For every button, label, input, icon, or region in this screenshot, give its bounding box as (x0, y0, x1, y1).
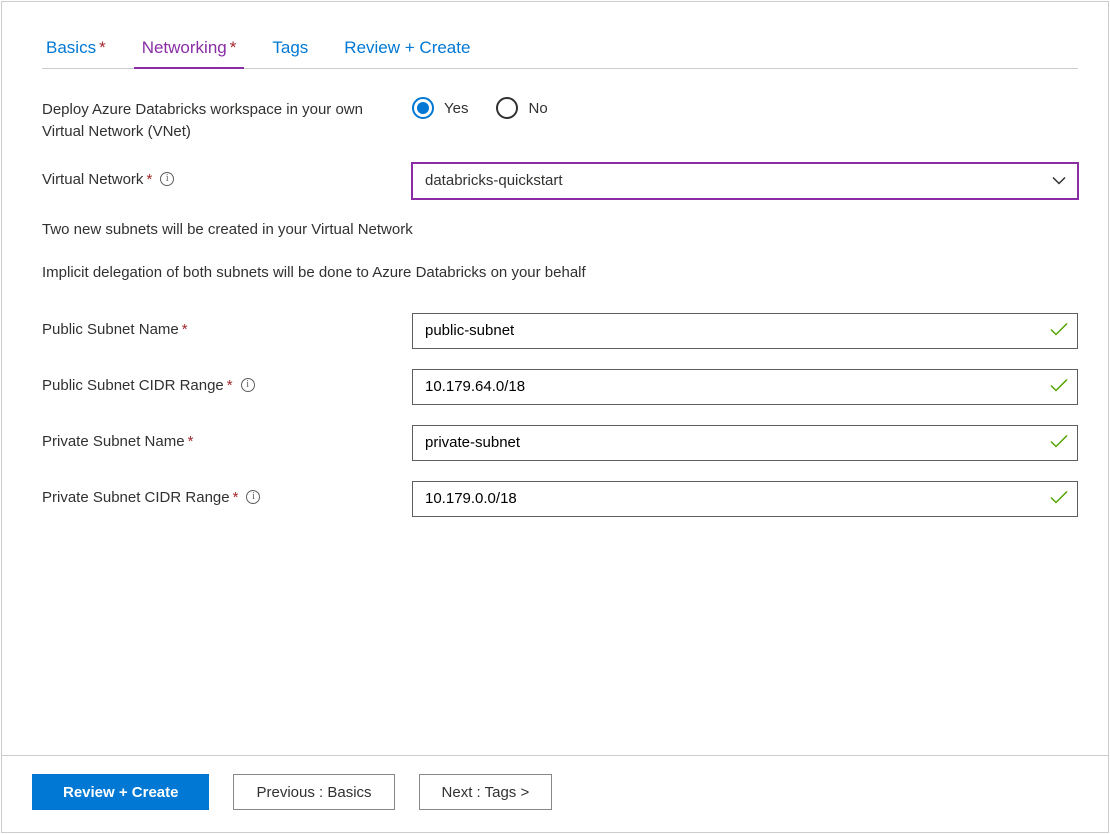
info-icon[interactable]: i (160, 172, 174, 186)
radio-dot-icon (417, 102, 429, 114)
radio-label-no: No (528, 100, 547, 117)
networking-form-page: Basics* Networking* Tags Review + Create… (1, 1, 1109, 833)
tab-label: Tags (272, 38, 308, 57)
label-private-subnet-name: Private Subnet Name * (42, 425, 412, 453)
field-public-subnet-cidr (412, 369, 1078, 405)
select-display: databricks-quickstart (412, 163, 1078, 199)
required-star: * (233, 487, 239, 509)
field-deploy-vnet: Yes No (412, 93, 1078, 119)
tab-label: Review + Create (344, 38, 470, 57)
tab-networking[interactable]: Networking* (138, 32, 241, 68)
hint-subnets-created: Two new subnets will be created in your … (42, 219, 1078, 240)
tab-label: Basics (46, 38, 96, 57)
required-star: * (146, 169, 152, 191)
text-input[interactable] (425, 314, 1041, 348)
field-virtual-network: databricks-quickstart (412, 163, 1078, 199)
text-input[interactable] (425, 482, 1041, 516)
radio-circle-icon (496, 97, 518, 119)
field-private-subnet-cidr (412, 481, 1078, 517)
radio-yes[interactable]: Yes (412, 97, 468, 119)
row-private-subnet-cidr: Private Subnet CIDR Range * i (42, 481, 1078, 517)
text-input[interactable] (425, 426, 1041, 460)
required-star: * (99, 38, 106, 57)
label-text: Virtual Network (42, 169, 143, 191)
form-content: Basics* Networking* Tags Review + Create… (2, 2, 1108, 755)
radio-group-deploy-vnet: Yes No (412, 93, 1078, 119)
required-star: * (227, 375, 233, 397)
tab-basics[interactable]: Basics* (42, 32, 110, 68)
tab-label: Networking (142, 38, 227, 57)
field-private-subnet-name (412, 425, 1078, 461)
info-icon[interactable]: i (241, 378, 255, 392)
wizard-tabs: Basics* Networking* Tags Review + Create (42, 32, 1078, 69)
label-text: Private Subnet CIDR Range (42, 487, 230, 509)
radio-no[interactable]: No (496, 97, 547, 119)
text-input[interactable] (425, 370, 1041, 404)
row-public-subnet-cidr: Public Subnet CIDR Range * i (42, 369, 1078, 405)
label-text: Deploy Azure Databricks workspace in you… (42, 101, 363, 140)
label-text: Private Subnet Name (42, 431, 185, 453)
hint-delegation: Implicit delegation of both subnets will… (42, 262, 1078, 283)
row-private-subnet-name: Private Subnet Name * (42, 425, 1078, 461)
row-virtual-network: Virtual Network * i databricks-quickstar… (42, 163, 1078, 199)
label-public-subnet-cidr: Public Subnet CIDR Range * i (42, 369, 412, 397)
label-text: Public Subnet CIDR Range (42, 375, 224, 397)
review-create-button[interactable]: Review + Create (32, 774, 209, 810)
radio-label-yes: Yes (444, 100, 468, 117)
row-deploy-vnet: Deploy Azure Databricks workspace in you… (42, 93, 1078, 143)
wizard-footer: Review + Create Previous : Basics Next :… (2, 755, 1108, 832)
required-star: * (230, 38, 237, 57)
required-star: * (182, 319, 188, 341)
previous-button[interactable]: Previous : Basics (233, 774, 394, 810)
next-button[interactable]: Next : Tags > (419, 774, 553, 810)
info-icon[interactable]: i (246, 490, 260, 504)
select-value: databricks-quickstart (425, 172, 563, 189)
input-public-subnet-name[interactable] (412, 313, 1078, 349)
label-deploy-vnet: Deploy Azure Databricks workspace in you… (42, 93, 412, 143)
tab-tags[interactable]: Tags (268, 32, 312, 68)
input-private-subnet-cidr[interactable] (412, 481, 1078, 517)
label-virtual-network: Virtual Network * i (42, 163, 412, 191)
required-star: * (188, 431, 194, 453)
input-private-subnet-name[interactable] (412, 425, 1078, 461)
row-public-subnet-name: Public Subnet Name * (42, 313, 1078, 349)
field-public-subnet-name (412, 313, 1078, 349)
select-virtual-network[interactable]: databricks-quickstart (412, 163, 1078, 199)
label-text: Public Subnet Name (42, 319, 179, 341)
input-public-subnet-cidr[interactable] (412, 369, 1078, 405)
radio-circle-icon (412, 97, 434, 119)
tab-review-create[interactable]: Review + Create (340, 32, 474, 68)
label-private-subnet-cidr: Private Subnet CIDR Range * i (42, 481, 412, 509)
label-public-subnet-name: Public Subnet Name * (42, 313, 412, 341)
